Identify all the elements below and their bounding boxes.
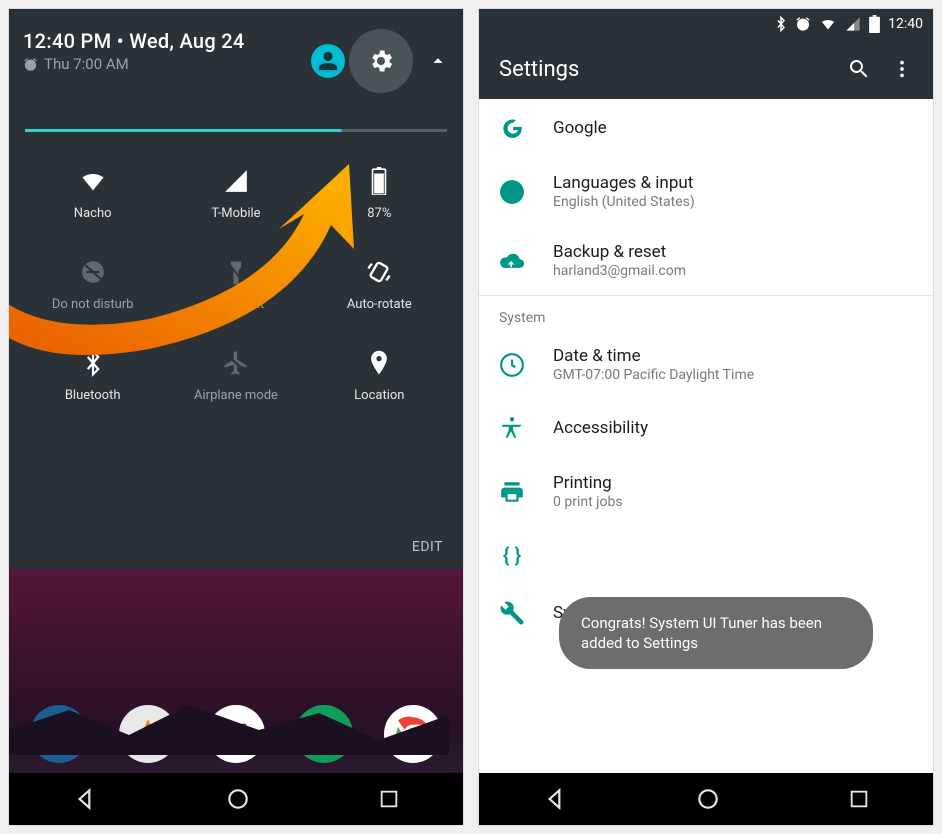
tile-label: Airplane mode xyxy=(194,388,278,403)
tile-airplane[interactable]: Airplane mode xyxy=(166,348,305,403)
person-icon xyxy=(317,50,339,72)
settings-list: Google Languages & input English (United… xyxy=(479,99,933,773)
tile-label: Nacho xyxy=(74,206,112,221)
tile-auto-rotate[interactable]: Auto-rotate xyxy=(310,257,449,312)
collapse-icon[interactable] xyxy=(427,50,449,72)
item-title: Accessibility xyxy=(553,418,648,438)
item-title: Backup & reset xyxy=(553,242,686,262)
settings-item-accessibility[interactable]: Accessibility xyxy=(479,399,933,457)
home-button[interactable] xyxy=(695,786,721,812)
signal-icon xyxy=(223,168,249,194)
tile-label: Location xyxy=(354,388,404,403)
navigation-bar xyxy=(9,773,463,825)
clock-date: 12:40 PM • Wed, Aug 24 xyxy=(23,29,311,53)
brightness-slider[interactable] xyxy=(25,129,447,132)
tile-label: 87% xyxy=(367,206,391,221)
settings-button[interactable] xyxy=(349,29,413,93)
recent-apps-button[interactable] xyxy=(848,788,870,810)
phone-left: 12:40 PM • Wed, Aug 24 Thu 7:00 AM xyxy=(8,8,464,826)
navigation-bar xyxy=(479,773,933,825)
alarm-icon xyxy=(23,57,38,72)
braces-icon: { } xyxy=(499,542,525,568)
tile-label: Auto-rotate xyxy=(347,297,412,312)
printer-icon xyxy=(499,479,525,505)
dnd-icon xyxy=(80,259,106,285)
wrench-icon xyxy=(499,600,525,626)
item-title: Printing xyxy=(553,473,623,493)
alarm-status-icon xyxy=(795,16,811,32)
tile-location[interactable]: Location xyxy=(310,348,449,403)
settings-item-ui-tuner-braces[interactable]: { } System UI Tuner xyxy=(479,526,933,584)
settings-item-backup[interactable]: Backup & reset harland3@gmail.com xyxy=(479,226,933,295)
tile-dnd[interactable]: Do not disturb xyxy=(23,257,162,312)
item-subtitle: 0 print jobs xyxy=(553,494,623,510)
tile-label: Do not disturb xyxy=(52,297,134,312)
next-alarm: Thu 7:00 AM xyxy=(23,55,311,73)
item-subtitle: GMT-07:00 Pacific Daylight Time xyxy=(553,367,754,383)
phone-right: 12:40 Settings Google Languages & input … xyxy=(478,8,934,826)
battery-icon xyxy=(371,167,387,195)
quick-settings-panel: 12:40 PM • Wed, Aug 24 Thu 7:00 AM xyxy=(9,9,463,569)
google-icon xyxy=(499,115,525,141)
settings-item-languages[interactable]: Languages & input English (United States… xyxy=(479,157,933,226)
battery-status-icon xyxy=(869,15,880,33)
airplane-icon xyxy=(222,349,250,377)
clock-icon xyxy=(499,352,525,378)
signal-status-icon xyxy=(845,16,861,32)
alarm-text: Thu 7:00 AM xyxy=(44,55,129,73)
app-bar: Settings xyxy=(479,39,933,99)
recent-apps-button[interactable] xyxy=(378,788,400,810)
more-menu-icon[interactable] xyxy=(891,58,913,80)
tile-flashlight[interactable]: Flashlight xyxy=(166,257,305,312)
item-subtitle: harland3@gmail.com xyxy=(553,263,686,279)
app-bar-title: Settings xyxy=(499,57,827,82)
bluetooth-icon xyxy=(82,349,104,377)
qs-header: 12:40 PM • Wed, Aug 24 Thu 7:00 AM xyxy=(23,29,449,93)
back-button[interactable] xyxy=(542,786,568,812)
back-button[interactable] xyxy=(72,786,98,812)
item-title: Date & time xyxy=(553,346,754,366)
home-button[interactable] xyxy=(225,786,251,812)
bluetooth-status-icon xyxy=(775,15,787,33)
globe-icon xyxy=(499,179,525,205)
tile-label: Flashlight xyxy=(208,297,264,312)
qs-tiles-grid: Nacho T-Mobile 87% Do not disturb Flashl… xyxy=(23,166,449,403)
tile-label: T-Mobile xyxy=(211,206,260,221)
tile-wifi[interactable]: Nacho xyxy=(23,166,162,221)
section-header-system: System xyxy=(479,295,933,330)
gear-icon xyxy=(367,47,395,75)
home-wallpaper xyxy=(9,569,463,825)
wifi-status-icon xyxy=(819,16,837,32)
edit-tiles-button[interactable]: EDIT xyxy=(412,539,443,555)
rotate-icon xyxy=(365,258,393,286)
tile-cellular[interactable]: T-Mobile xyxy=(166,166,305,221)
tile-label: Bluetooth xyxy=(65,388,121,403)
tile-battery[interactable]: 87% xyxy=(310,166,449,221)
tile-bluetooth[interactable]: Bluetooth xyxy=(23,348,162,403)
accessibility-icon xyxy=(499,415,525,441)
item-title: Languages & input xyxy=(553,173,695,193)
location-icon xyxy=(368,349,390,377)
item-subtitle: English (United States) xyxy=(553,194,695,210)
flashlight-icon xyxy=(225,258,247,286)
wifi-icon xyxy=(79,167,107,195)
item-title: Google xyxy=(553,118,607,138)
mountain-silhouette xyxy=(9,695,449,755)
settings-item-google[interactable]: Google xyxy=(479,99,933,157)
settings-item-date-time[interactable]: Date & time GMT-07:00 Pacific Daylight T… xyxy=(479,330,933,399)
cloud-backup-icon xyxy=(499,250,525,272)
separator: • xyxy=(117,29,124,53)
date-text: Wed, Aug 24 xyxy=(129,29,244,53)
search-icon[interactable] xyxy=(847,57,871,81)
toast-message: Congrats! System UI Tuner has been added… xyxy=(559,597,873,670)
settings-item-printing[interactable]: Printing 0 print jobs xyxy=(479,457,933,526)
status-time: 12:40 xyxy=(888,16,923,32)
time-text: 12:40 PM xyxy=(23,29,111,53)
user-avatar[interactable] xyxy=(311,44,345,78)
status-bar: 12:40 xyxy=(479,9,933,39)
